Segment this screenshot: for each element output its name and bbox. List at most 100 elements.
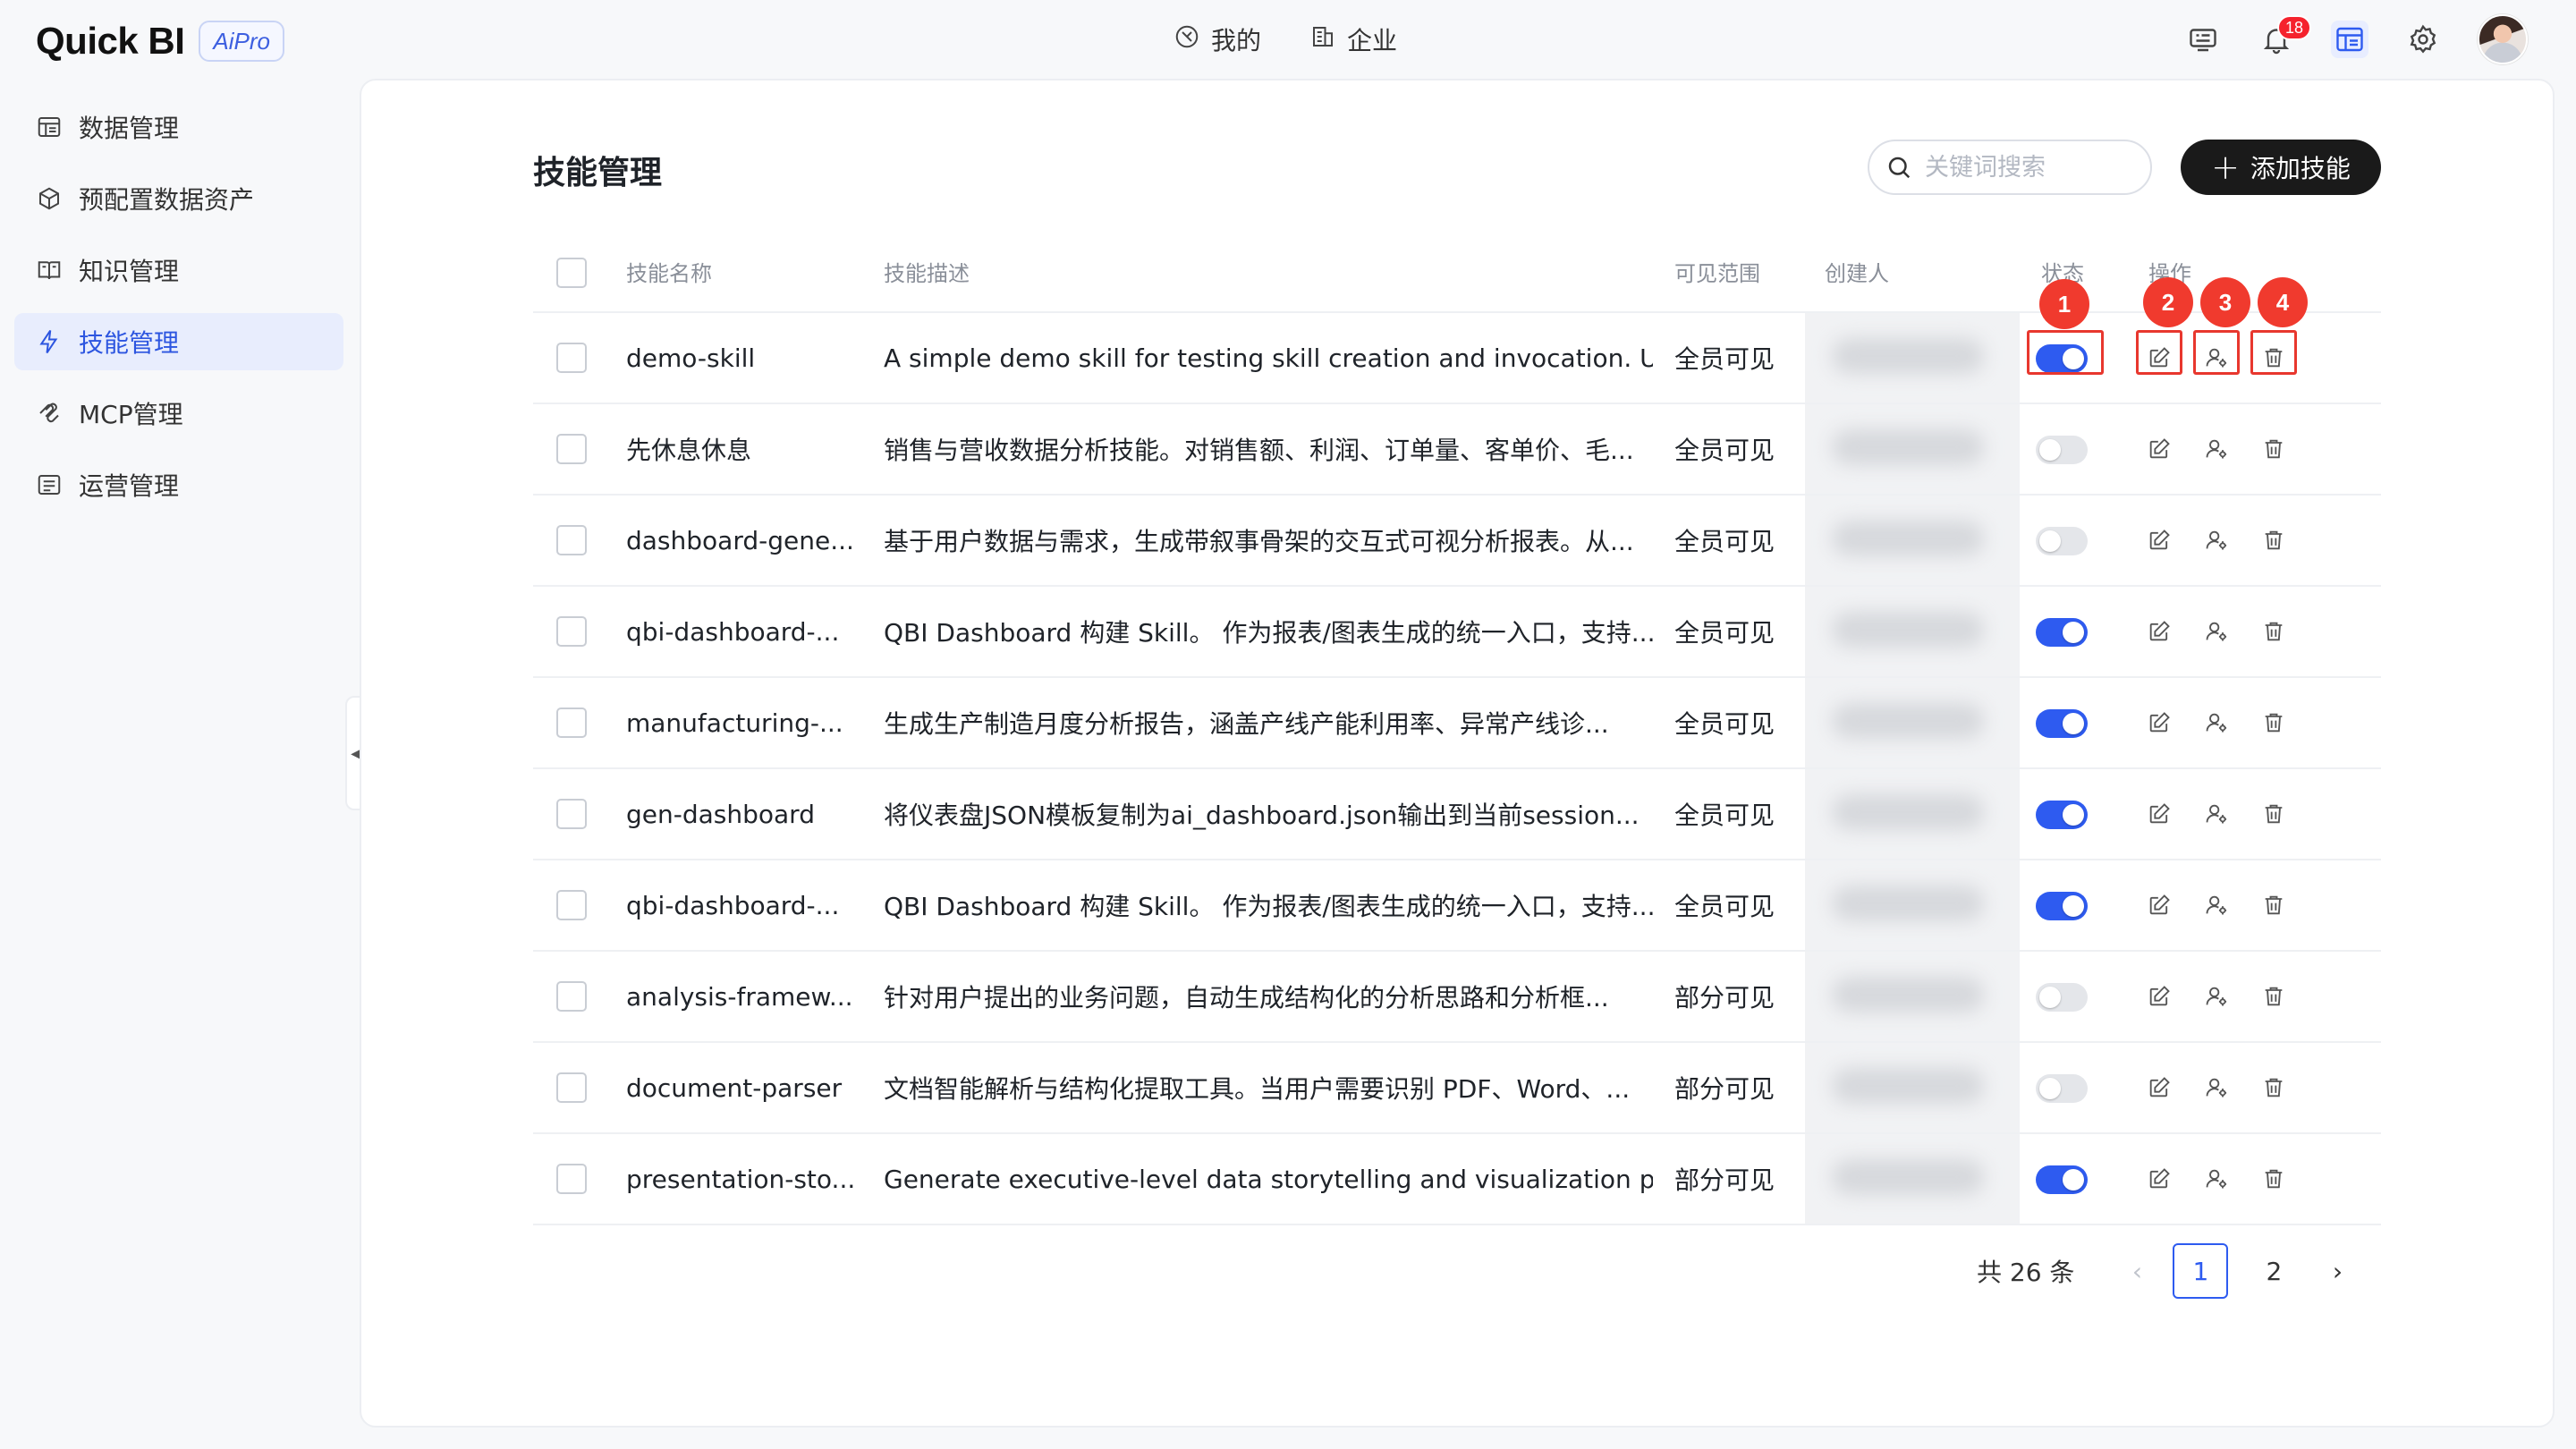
- status-toggle[interactable]: [2036, 436, 2088, 464]
- delete-button[interactable]: [2258, 980, 2290, 1013]
- edit-button[interactable]: [2143, 707, 2175, 739]
- row-checkbox[interactable]: [556, 616, 587, 647]
- sidebar-item-preset-assets[interactable]: 预配置数据资产: [14, 170, 343, 227]
- table-body: demo-skill A simple demo skill for testin…: [533, 313, 2381, 1225]
- my-icon: [1174, 23, 1200, 56]
- page-button-2[interactable]: 2: [2246, 1243, 2301, 1299]
- sidebar-item-skills[interactable]: 技能管理: [14, 313, 343, 370]
- delete-button[interactable]: [2258, 1072, 2290, 1104]
- edit-button[interactable]: [2143, 615, 2175, 648]
- row-checkbox[interactable]: [556, 1072, 587, 1103]
- skill-description: 文档智能解析与结构化提取工具。当用户需要识别 PDF、Word、...: [884, 1074, 1631, 1104]
- notification-button[interactable]: 18: [2258, 15, 2312, 58]
- table-row[interactable]: document-parser 文档智能解析与结构化提取工具。当用户需要识别 PD…: [533, 1043, 2381, 1134]
- annotation-box-edit: [2136, 330, 2182, 375]
- status-toggle[interactable]: [2036, 618, 2088, 647]
- chevron-left-icon: ‹: [2131, 1256, 2143, 1286]
- table-row[interactable]: qbi-dashboard-... QBI Dashboard 构建 Skill。…: [533, 860, 2381, 952]
- top-right-actions: 18: [2184, 14, 2528, 64]
- sidebar-item-label: 技能管理: [79, 328, 180, 358]
- logo[interactable]: Quick BI AiPro: [36, 20, 284, 63]
- workspace-button[interactable]: [2184, 21, 2222, 58]
- edit-button[interactable]: [2143, 980, 2175, 1013]
- edit-button[interactable]: [2143, 1072, 2175, 1104]
- delete-button[interactable]: [2258, 1163, 2290, 1195]
- delete-button[interactable]: [2258, 889, 2290, 921]
- edit-icon: [2147, 619, 2172, 644]
- add-skill-button[interactable]: + 添加技能: [2181, 140, 2381, 195]
- status-toggle[interactable]: [2036, 1165, 2088, 1194]
- row-checkbox[interactable]: [556, 1164, 587, 1194]
- user-permission-icon: [2204, 436, 2229, 462]
- creator-blurred: [1805, 496, 2020, 585]
- status-toggle[interactable]: [2036, 892, 2088, 920]
- permission-button[interactable]: [2200, 1072, 2233, 1104]
- delete-button[interactable]: [2258, 798, 2290, 830]
- next-page-button[interactable]: ›: [2310, 1244, 2364, 1298]
- edit-icon: [2147, 801, 2172, 826]
- trash-icon: [2261, 1166, 2286, 1191]
- skill-name: 先休息休息: [626, 436, 752, 465]
- permission-button[interactable]: [2200, 1163, 2233, 1195]
- search-box[interactable]: [1868, 140, 2152, 195]
- table-row[interactable]: qbi-dashboard-... QBI Dashboard 构建 Skill。…: [533, 587, 2381, 678]
- status-toggle[interactable]: [2036, 527, 2088, 555]
- topnav-my[interactable]: 我的: [1174, 20, 1261, 59]
- permission-button[interactable]: [2200, 798, 2233, 830]
- sidebar-item-operations[interactable]: 运营管理: [14, 456, 343, 513]
- status-toggle[interactable]: [2036, 709, 2088, 738]
- table-row[interactable]: demo-skill A simple demo skill for testin…: [533, 313, 2381, 404]
- user-permission-icon: [2204, 1166, 2229, 1191]
- table-row[interactable]: gen-dashboard 将仪表盘JSON模板复制为ai_dashboard.j…: [533, 769, 2381, 860]
- table-row[interactable]: manufacturing-... 生成生产制造月度分析报告，涵盖产线产能利用率、…: [533, 678, 2381, 769]
- edit-button[interactable]: [2143, 889, 2175, 921]
- delete-button[interactable]: [2258, 615, 2290, 648]
- row-checkbox[interactable]: [556, 799, 587, 829]
- creator-blurred: [1805, 952, 2020, 1041]
- skill-description: 基于用户数据与需求，生成带叙事骨架的交互式可视分析报表。从...: [884, 527, 1634, 556]
- admin-console-button[interactable]: [2331, 21, 2368, 58]
- skill-description: QBI Dashboard 构建 Skill。 作为报表/图表生成的统一入口，支…: [884, 892, 1653, 921]
- permission-button[interactable]: [2200, 707, 2233, 739]
- visibility-scope: 全员可见: [1674, 618, 1775, 648]
- delete-button[interactable]: [2258, 707, 2290, 739]
- permission-button[interactable]: [2200, 980, 2233, 1013]
- table-row[interactable]: presentation-sto... Generate executive-le…: [533, 1134, 2381, 1225]
- pagination-total: 共 26 条: [1977, 1258, 2075, 1287]
- page-button-1[interactable]: 1: [2173, 1243, 2229, 1299]
- user-avatar[interactable]: [2478, 14, 2528, 64]
- status-toggle[interactable]: [2036, 801, 2088, 829]
- sidebar-item-data-management[interactable]: 数据管理: [14, 98, 343, 156]
- row-checkbox[interactable]: [556, 525, 587, 555]
- settings-button[interactable]: [2404, 21, 2442, 58]
- sidebar-item-mcp[interactable]: MCP管理: [14, 385, 343, 442]
- permission-button[interactable]: [2200, 889, 2233, 921]
- edit-button[interactable]: [2143, 1163, 2175, 1195]
- edit-button[interactable]: [2143, 433, 2175, 465]
- status-toggle[interactable]: [2036, 1074, 2088, 1103]
- row-checkbox[interactable]: [556, 708, 587, 738]
- creator-blurred: [1805, 1043, 2020, 1132]
- edit-button[interactable]: [2143, 524, 2175, 556]
- delete-button[interactable]: [2258, 524, 2290, 556]
- select-all-checkbox[interactable]: [556, 258, 587, 288]
- prev-page-button[interactable]: ‹: [2110, 1244, 2164, 1298]
- permission-button[interactable]: [2200, 433, 2233, 465]
- top-bar: Quick BI AiPro 我的 企业 18: [0, 0, 2576, 79]
- edit-button[interactable]: [2143, 798, 2175, 830]
- delete-button[interactable]: [2258, 433, 2290, 465]
- status-toggle[interactable]: [2036, 983, 2088, 1012]
- table-row[interactable]: dashboard-gene... 基于用户数据与需求，生成带叙事骨架的交互式可视…: [533, 496, 2381, 587]
- topnav-enterprise[interactable]: 企业: [1309, 20, 1397, 59]
- table-row[interactable]: analysis-framew... 针对用户提出的业务问题，自动生成结构化的分析…: [533, 952, 2381, 1043]
- search-input[interactable]: [1925, 153, 2140, 182]
- row-checkbox[interactable]: [556, 981, 587, 1012]
- sidebar-item-label: 数据管理: [79, 114, 180, 143]
- row-checkbox[interactable]: [556, 343, 587, 373]
- permission-button[interactable]: [2200, 524, 2233, 556]
- sidebar-item-knowledge[interactable]: 知识管理: [14, 242, 343, 299]
- row-checkbox[interactable]: [556, 890, 587, 920]
- row-checkbox[interactable]: [556, 434, 587, 464]
- permission-button[interactable]: [2200, 615, 2233, 648]
- table-row[interactable]: 先休息休息 销售与营收数据分析技能。对销售额、利润、订单量、客单价、毛... 全员可…: [533, 404, 2381, 496]
